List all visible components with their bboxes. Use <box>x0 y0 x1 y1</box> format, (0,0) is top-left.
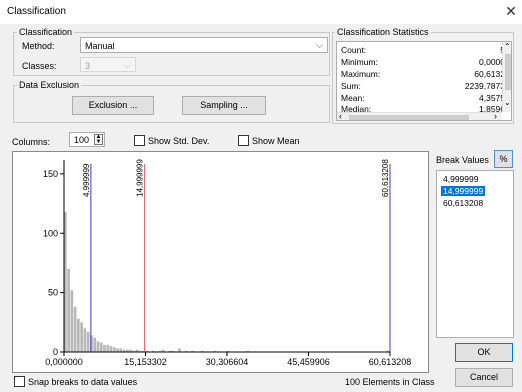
break-values-list[interactable]: 4,999999 14,999999 60,613208 <box>436 170 514 338</box>
histogram-bar <box>70 290 74 352</box>
statistics-list[interactable]: Count:5 Minimum:0,0000 Maximum: 60,6132 S… <box>336 41 512 121</box>
statistics-legend: Classification Statistics <box>335 27 431 37</box>
stat-value: 60,6132 <box>474 69 505 79</box>
method-value: Manual <box>85 41 115 51</box>
chevron-down-icon: ⌵ <box>124 60 131 70</box>
method-dropdown[interactable]: Manual ⌵ <box>80 37 328 53</box>
histogram-chart[interactable]: 0 50 100 150 0,000000 15,153302 30,306604 45,45… <box>13 152 428 372</box>
scroll-right-icon[interactable]: › <box>494 111 497 120</box>
histogram-bar <box>96 341 100 352</box>
show-std-dev-checkbox[interactable] <box>134 135 145 146</box>
columns-spinner[interactable]: 100 ▲ ▼ <box>69 132 105 147</box>
stat-key: Maximum: <box>341 69 381 79</box>
histogram-bar <box>73 306 77 352</box>
classes-value: 3 <box>85 61 91 71</box>
scroll-thumb[interactable] <box>505 54 511 90</box>
classes-dropdown[interactable]: 3 ⌵ <box>80 57 136 72</box>
histogram-bar <box>83 328 87 352</box>
y-tick-label: 100 <box>43 228 58 238</box>
stat-row-minimum: Minimum: 0,0000 <box>341 57 505 68</box>
columns-label: Columns: <box>12 137 51 147</box>
histogram-bar <box>112 347 116 352</box>
ok-button[interactable]: OK <box>455 343 513 362</box>
histogram-bar <box>119 348 123 352</box>
break-line-label: 14,999999 <box>136 159 145 197</box>
break-value-item-selected[interactable]: 14,999999 <box>441 186 486 196</box>
x-tick-label: 15,153302 <box>124 357 167 367</box>
histogram-bar <box>99 342 103 352</box>
percent-button[interactable]: % <box>494 150 513 168</box>
histogram-bar <box>77 318 80 352</box>
stat-row-maximum: Maximum: 60,6132 <box>341 69 505 80</box>
stat-key: Sum: <box>341 81 361 91</box>
stat-row-mean: Mean: 4,3575 <box>341 93 505 104</box>
stat-key: Count: <box>341 45 367 55</box>
histogram-bar <box>80 322 83 352</box>
spinner-arrows-icon[interactable]: ▲ ▼ <box>94 134 103 145</box>
histogram-bar <box>67 268 70 352</box>
show-mean-checkbox[interactable] <box>238 135 249 146</box>
x-tick-label: 0,000000 <box>45 357 83 367</box>
sampling-button[interactable]: Sampling ... <box>182 96 266 115</box>
exclusion-button[interactable]: Exclusion ... <box>72 96 154 115</box>
scroll-left-icon[interactable]: ‹ <box>339 111 342 120</box>
scroll-down-icon[interactable]: ⌄ <box>504 98 511 107</box>
classification-legend: Classification <box>17 27 75 37</box>
histogram-bar <box>93 337 96 352</box>
snap-breaks-label: Snap breaks to data values <box>28 377 138 387</box>
data-exclusion-group <box>13 85 330 123</box>
x-tick-label: 60,613208 <box>369 357 412 367</box>
statistics-vertical-scrollbar[interactable]: ⌃ ⌄ <box>502 42 511 112</box>
chevron-down-icon: ⌵ <box>316 40 323 50</box>
y-tick-label: 0 <box>53 347 58 357</box>
y-tick-label: 150 <box>43 169 58 179</box>
stat-key: Minimum: <box>341 57 378 67</box>
stat-row-count: Count:5 <box>341 45 505 56</box>
histogram-bar <box>178 348 181 352</box>
y-tick-label: 50 <box>48 288 58 298</box>
histogram-bar <box>86 331 90 352</box>
stat-key: Mean: <box>341 93 365 103</box>
show-std-dev-label: Show Std. Dev. <box>148 136 210 146</box>
show-mean-label: Show Mean <box>252 136 300 146</box>
stat-value: 2239,7873 <box>464 81 505 91</box>
cancel-button[interactable]: Cancel <box>455 368 513 387</box>
histogram-bar <box>106 344 110 352</box>
x-tick-label: 30,306604 <box>206 357 249 367</box>
statistics-horizontal-scrollbar[interactable]: ‹ › <box>337 111 502 120</box>
x-tick-label: 45,459906 <box>287 357 330 367</box>
break-value-item[interactable]: 60,613208 <box>441 198 485 208</box>
stat-row-sum: Sum: 2239,7873 <box>341 81 505 92</box>
histogram-panel[interactable]: 0 50 100 150 0,000000 15,153302 30,306604 45,45… <box>12 151 429 373</box>
elements-in-class-status: 100 Elements in Class <box>345 377 435 387</box>
histogram-bar <box>109 346 113 352</box>
scroll-up-icon[interactable]: ⌃ <box>504 42 511 51</box>
histogram-bar <box>103 344 106 352</box>
scroll-thumb[interactable] <box>349 115 469 120</box>
window-title: Classification <box>7 6 66 17</box>
method-label: Method: <box>22 41 55 51</box>
break-values-header: Break Values <box>436 155 489 165</box>
classes-label: Classes: <box>22 61 57 71</box>
columns-value: 100 <box>74 135 90 145</box>
title-bar: Classification ✕ <box>0 0 522 24</box>
data-exclusion-legend: Data Exclusion <box>17 80 82 90</box>
break-value-item[interactable]: 4,999999 <box>441 174 480 184</box>
histogram-bar <box>116 348 119 352</box>
break-line-label: 60,613208 <box>381 159 390 197</box>
close-icon[interactable]: ✕ <box>503 3 519 19</box>
snap-breaks-checkbox[interactable] <box>14 376 25 387</box>
break-line-label: 4,999999 <box>82 163 91 197</box>
